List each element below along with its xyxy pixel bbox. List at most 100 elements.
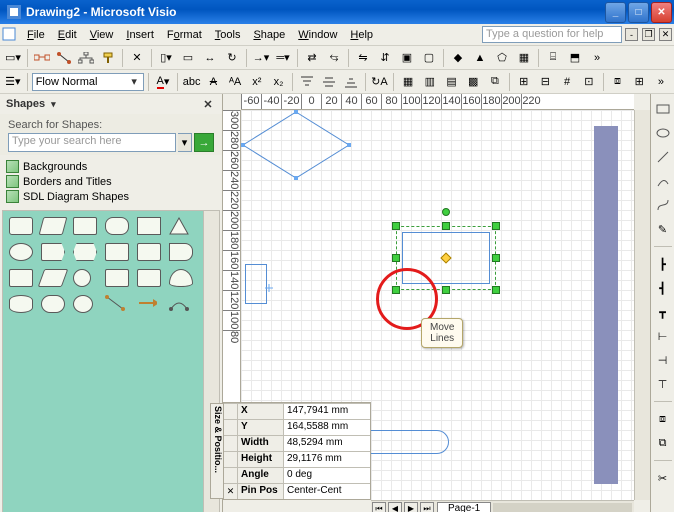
- shape-pill[interactable]: [41, 295, 65, 313]
- resize-handle-nw[interactable]: [392, 222, 400, 230]
- never-reroute-icon[interactable]: ⥃: [324, 48, 344, 68]
- page-tab[interactable]: Page-1: [437, 502, 491, 512]
- page-last-button[interactable]: ⏭: [420, 502, 434, 512]
- menu-format[interactable]: Format: [161, 27, 208, 43]
- shape-box[interactable]: [137, 217, 161, 235]
- align-top-icon[interactable]: [297, 72, 317, 92]
- minimize-button[interactable]: _: [605, 2, 626, 23]
- rulers-icon[interactable]: ⊞: [514, 72, 534, 92]
- shapes-dropdown-icon[interactable]: ▾: [51, 99, 56, 110]
- search-dropdown-icon[interactable]: ▾: [178, 133, 192, 152]
- stencil-item-sdl[interactable]: SDL Diagram Shapes: [6, 189, 216, 204]
- pencil-tool-icon[interactable]: ✎: [654, 220, 672, 238]
- fragment-icon[interactable]: ⬠: [492, 48, 512, 68]
- stencil-item-borders[interactable]: Borders and Titles: [6, 174, 216, 189]
- resize-handle-w[interactable]: [392, 254, 400, 262]
- connect-icon[interactable]: ↔: [200, 48, 220, 68]
- menu-view[interactable]: View: [84, 27, 120, 43]
- mdi-restore-button[interactable]: ❐: [642, 28, 655, 41]
- more-icon[interactable]: »: [587, 48, 607, 68]
- resize-handle-e[interactable]: [492, 254, 500, 262]
- connector-tool-icon[interactable]: [54, 48, 74, 68]
- size-position-window[interactable]: Size & Positio... X147,7941 mm Y164,5588…: [223, 402, 371, 500]
- shape-circle[interactable]: [9, 243, 33, 261]
- crop-tool-icon[interactable]: ✂: [654, 469, 672, 487]
- align-rt3-icon[interactable]: ┳: [654, 303, 672, 321]
- snap-glue-icon[interactable]: ⧈: [608, 72, 628, 92]
- strikethrough-icon[interactable]: A: [204, 72, 224, 92]
- menu-help[interactable]: Help: [344, 27, 379, 43]
- ellipse-tool-icon[interactable]: [654, 124, 672, 142]
- shape-ops-icon[interactable]: ◆: [448, 48, 468, 68]
- union-icon[interactable]: ▲: [470, 48, 490, 68]
- text-block-icon[interactable]: abc: [182, 72, 202, 92]
- shape-card[interactable]: [105, 243, 129, 261]
- shape-diamond-instance[interactable]: [241, 110, 351, 180]
- shape-end[interactable]: [169, 243, 193, 261]
- resize-handle-s[interactable]: [442, 286, 450, 294]
- grid-icon[interactable]: ⊟: [536, 72, 556, 92]
- shape-merge[interactable]: [137, 269, 161, 287]
- grid3-icon[interactable]: ▩: [463, 72, 483, 92]
- shape-cylinder[interactable]: [9, 295, 33, 313]
- align-middle-icon[interactable]: [319, 72, 339, 92]
- help-search-input[interactable]: Type a question for help: [482, 26, 622, 43]
- grid1-icon[interactable]: ▥: [420, 72, 440, 92]
- layer-icon[interactable]: ⧉: [485, 72, 505, 92]
- shape-hexagon[interactable]: [73, 243, 97, 261]
- resize-handle-se[interactable]: [492, 286, 500, 294]
- drawing-explorer-icon[interactable]: ⌸: [543, 48, 563, 68]
- send-back-icon[interactable]: ▢: [419, 48, 439, 68]
- pointer-tool-icon[interactable]: ▭▾: [3, 48, 23, 68]
- shape-rounded[interactable]: [105, 217, 129, 235]
- shape-data[interactable]: [38, 269, 69, 287]
- menu-shape[interactable]: Shape: [247, 27, 291, 43]
- shape-tag[interactable]: [41, 243, 65, 261]
- page-next-button[interactable]: ▶: [404, 502, 418, 512]
- sp-y-field[interactable]: 164,5588 mm: [284, 420, 370, 435]
- line-pattern-icon[interactable]: ═▾: [273, 48, 293, 68]
- rectangle-tool-icon[interactable]: [654, 100, 672, 118]
- format-painter-icon[interactable]: [98, 48, 118, 68]
- distribute-icon[interactable]: ▭: [178, 48, 198, 68]
- close-button[interactable]: ✕: [651, 2, 672, 23]
- vertical-scrollbar[interactable]: [634, 110, 650, 500]
- menu-window[interactable]: Window: [292, 27, 343, 43]
- align-bottom-icon[interactable]: [341, 72, 361, 92]
- maximize-button[interactable]: □: [628, 2, 649, 23]
- text-tool-icon[interactable]: ☰▾: [3, 72, 23, 92]
- shape-rect[interactable]: [73, 217, 97, 235]
- page-prev-button[interactable]: ◀: [388, 502, 402, 512]
- sp-height-field[interactable]: 29,1176 mm: [284, 452, 370, 467]
- rotate-icon[interactable]: ↻: [222, 48, 242, 68]
- shape-terminator[interactable]: [169, 269, 193, 287]
- font-color-icon[interactable]: A▾: [153, 72, 173, 92]
- style-select[interactable]: Flow Normal▾: [32, 73, 144, 91]
- layout-icon[interactable]: [76, 48, 96, 68]
- fill-grid-icon[interactable]: ▦: [398, 72, 418, 92]
- more2-icon[interactable]: »: [651, 72, 671, 92]
- menu-edit[interactable]: Edit: [52, 27, 83, 43]
- reroute-icon[interactable]: ⇄: [302, 48, 322, 68]
- shadow-icon[interactable]: ▦: [514, 48, 534, 68]
- connect-shapes-icon[interactable]: [32, 48, 52, 68]
- resize-handle-n[interactable]: [442, 222, 450, 230]
- align-rt2-icon[interactable]: ┫: [654, 279, 672, 297]
- menu-file[interactable]: File: [21, 27, 51, 43]
- sp-width-field[interactable]: 48,5294 mm: [284, 436, 370, 451]
- align-rt1-icon[interactable]: ┣: [654, 255, 672, 273]
- align-rt4-icon[interactable]: ⊢: [654, 327, 672, 345]
- horizontal-scrollbar[interactable]: [493, 503, 632, 512]
- shape-round-end[interactable]: [369, 430, 449, 454]
- mdi-close-button[interactable]: ✕: [659, 28, 672, 41]
- page-break-icon[interactable]: ⊞: [629, 72, 649, 92]
- shape-storage[interactable]: [105, 269, 129, 287]
- subscript-icon[interactable]: x₂: [269, 72, 289, 92]
- shape-doc[interactable]: [137, 243, 161, 261]
- line-tool-icon[interactable]: [654, 148, 672, 166]
- superscript-icon[interactable]: x²: [247, 72, 267, 92]
- mdi-minimize-button[interactable]: -: [625, 28, 638, 41]
- sp-pinpos-field[interactable]: Center-Cent: [284, 484, 370, 499]
- shape-small-rect[interactable]: [245, 264, 267, 304]
- freeform-tool-icon[interactable]: [654, 196, 672, 214]
